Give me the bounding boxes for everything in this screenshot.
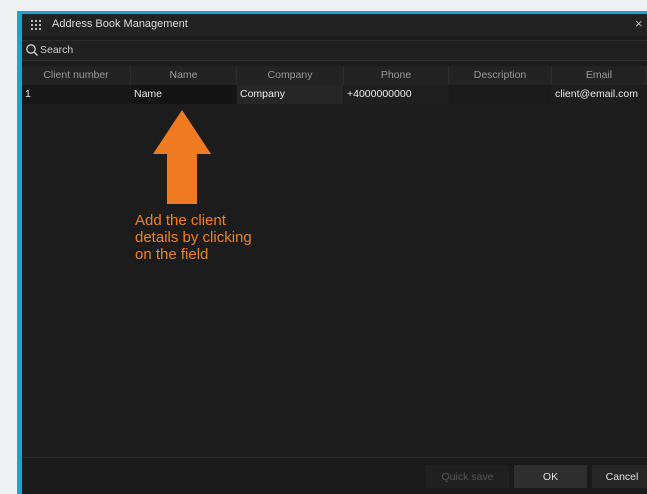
search-icon: [26, 44, 38, 56]
annotation-text: Add the client details by clicking on th…: [135, 212, 325, 263]
close-button[interactable]: ×: [635, 17, 647, 31]
cancel-button[interactable]: Cancel: [592, 465, 647, 488]
client-number-cell[interactable]: 1: [22, 85, 131, 104]
quick-save-button[interactable]: Quick save: [426, 465, 509, 488]
window-title: Address Book Management: [52, 18, 188, 30]
annotation-line: Add the client: [135, 212, 226, 229]
column-header-company[interactable]: Company: [237, 66, 344, 85]
address-book-dialog: Address Book Management × Client number …: [22, 14, 647, 494]
column-header-client-number[interactable]: Client number: [22, 66, 131, 85]
description-cell[interactable]: [449, 85, 552, 104]
table-header: Client number Name Company Phone Descrip…: [22, 66, 647, 85]
column-header-description[interactable]: Description: [449, 66, 552, 85]
annotation-line: on the field: [135, 246, 209, 263]
column-header-name[interactable]: Name: [131, 66, 237, 85]
column-header-email[interactable]: Email: [552, 66, 647, 85]
title-bar: Address Book Management ×: [22, 14, 647, 36]
annotation-up-arrow-icon: [153, 110, 211, 204]
app-logo-icon: [31, 20, 41, 30]
search-input[interactable]: [40, 42, 440, 58]
name-cell[interactable]: Name: [131, 85, 237, 104]
ok-button[interactable]: OK: [514, 465, 587, 488]
clients-table: Client number Name Company Phone Descrip…: [22, 66, 647, 104]
table-row[interactable]: 1 Name Company +4000000000 client@email.…: [22, 85, 647, 104]
email-cell[interactable]: client@email.com: [552, 85, 647, 104]
annotation-line: details by clicking: [135, 229, 252, 246]
dialog-footer: Quick save OK Cancel: [22, 457, 647, 494]
column-header-phone[interactable]: Phone: [344, 66, 449, 85]
phone-cell[interactable]: +4000000000: [344, 85, 449, 104]
search-bar: [22, 40, 647, 61]
company-cell[interactable]: Company: [237, 85, 344, 104]
